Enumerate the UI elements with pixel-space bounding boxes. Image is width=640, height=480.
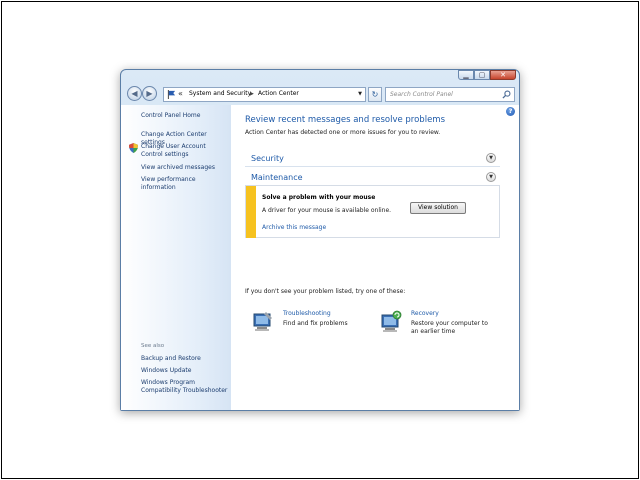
action-center-flag-icon [167, 90, 176, 99]
uac-shield-icon [129, 143, 138, 153]
close-button[interactable]: ✕ [490, 70, 516, 80]
section-maintenance-label: Maintenance [251, 173, 303, 182]
section-security[interactable]: Security ▼ [245, 151, 500, 167]
sidebar-item-view-performance-information[interactable]: View performance information [141, 176, 229, 192]
help-icon[interactable]: ? [506, 107, 515, 116]
chevron-down-icon[interactable]: ▼ [486, 153, 496, 163]
content-area: Control Panel Home Change Action Center … [121, 105, 519, 410]
page-subtitle: Action Center has detected one or more i… [245, 129, 441, 136]
tool-recovery-name[interactable]: Recovery [411, 310, 439, 317]
action-center-window: ▁ ▢ ✕ ◀ ▶ « System and Security ▶ Action… [120, 69, 520, 411]
search-icon[interactable] [502, 90, 511, 99]
troubleshooting-icon [253, 312, 272, 331]
address-bar[interactable]: « System and Security ▶ Action Center ▼ [163, 87, 366, 102]
left-navigation-pane: Control Panel Home Change Action Center … [121, 105, 231, 410]
see-also-program-compatibility-troubleshooter[interactable]: Windows Program Compatibility Troublesho… [141, 379, 229, 395]
try-these-text: If you don't see your problem listed, tr… [245, 288, 406, 295]
tool-troubleshooting-description: Find and fix problems [283, 320, 348, 327]
breadcrumb-chevron-icon[interactable]: « [178, 89, 183, 98]
breadcrumb-action-center[interactable]: Action Center [258, 90, 299, 97]
recovery-icon [381, 310, 402, 332]
navigation-bar: ◀ ▶ « System and Security ▶ Action Cente… [125, 85, 516, 105]
address-dropdown-icon[interactable]: ▼ [358, 91, 362, 97]
forward-button[interactable]: ▶ [142, 86, 157, 101]
section-maintenance[interactable]: Maintenance ▼ [245, 170, 500, 186]
archive-message-link[interactable]: Archive this message [262, 224, 326, 231]
view-solution-button[interactable]: View solution [410, 202, 466, 214]
see-also-heading: See also [141, 343, 165, 349]
tool-troubleshooting[interactable]: Troubleshooting Find and fix problems [245, 308, 365, 338]
see-also-backup-and-restore[interactable]: Backup and Restore [141, 355, 229, 363]
alert-description: A driver for your mouse is available onl… [262, 207, 392, 214]
back-button[interactable]: ◀ [127, 86, 142, 101]
page-title: Review recent messages and resolve probl… [245, 115, 446, 125]
breadcrumb-separator-icon[interactable]: ▶ [250, 91, 254, 97]
section-security-label: Security [251, 154, 284, 163]
breadcrumb-system-and-security[interactable]: System and Security [189, 90, 251, 97]
see-also-windows-update[interactable]: Windows Update [141, 367, 229, 375]
chevron-down-icon[interactable]: ▼ [486, 172, 496, 182]
search-input[interactable]: Search Control Panel [385, 87, 515, 102]
maintenance-alert: Solve a problem with your mouse A driver… [245, 185, 500, 238]
tool-recovery-description: Restore your computer to an earlier time [411, 320, 488, 335]
maximize-button[interactable]: ▢ [474, 70, 490, 80]
sidebar-item-change-uac-settings[interactable]: Change User Account Control settings [141, 143, 229, 159]
minimize-button[interactable]: ▁ [458, 70, 474, 80]
tool-recovery[interactable]: Recovery Restore your computer to an ear… [373, 308, 493, 338]
search-placeholder: Search Control Panel [390, 91, 453, 98]
refresh-icon: ↻ [371, 90, 379, 99]
forward-arrow-icon: ▶ [146, 89, 153, 98]
alert-title: Solve a problem with your mouse [262, 194, 376, 201]
sidebar-item-control-panel-home[interactable]: Control Panel Home [141, 112, 229, 120]
sidebar-item-view-archived-messages[interactable]: View archived messages [141, 164, 229, 172]
main-pane: ? Review recent messages and resolve pro… [231, 105, 519, 410]
back-arrow-icon: ◀ [131, 89, 138, 98]
alert-severity-bar [246, 186, 256, 238]
tool-troubleshooting-name[interactable]: Troubleshooting [283, 310, 331, 317]
caption-buttons: ▁ ▢ ✕ [458, 70, 516, 80]
refresh-button[interactable]: ↻ [368, 87, 382, 102]
